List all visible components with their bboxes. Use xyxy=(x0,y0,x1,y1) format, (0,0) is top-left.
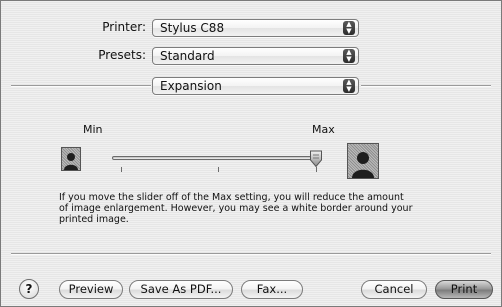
separator-right xyxy=(361,85,491,87)
print-button[interactable]: Print xyxy=(435,280,493,299)
up-down-arrows-icon: ▲ ▼ xyxy=(343,21,355,35)
presets-popup[interactable]: Standard ▲ ▼ xyxy=(152,47,359,65)
cancel-button[interactable]: Cancel xyxy=(361,280,427,299)
help-button[interactable]: ? xyxy=(19,279,39,299)
presets-popup-value: Standard xyxy=(160,49,215,63)
fax-button[interactable]: Fax... xyxy=(241,280,303,299)
panel-popup[interactable]: Expansion ▲ ▼ xyxy=(152,77,359,95)
expansion-description: If you move the slider off of the Max se… xyxy=(59,192,489,225)
description-line: If you move the slider off of the Max se… xyxy=(59,192,404,203)
printer-popup[interactable]: Stylus C88 ▲ ▼ xyxy=(152,19,359,37)
bottom-separator xyxy=(11,253,491,255)
up-down-arrows-icon: ▲ ▼ xyxy=(343,49,355,63)
printer-popup-value: Stylus C88 xyxy=(160,21,225,35)
presets-label: Presets: xyxy=(98,48,146,62)
min-label: Min xyxy=(83,123,103,136)
separator-left xyxy=(11,85,151,87)
print-dialog: Printer: Stylus C88 ▲ ▼ Presets: Standard… xyxy=(0,0,502,307)
printer-label: Printer: xyxy=(102,20,146,34)
slider-tick xyxy=(218,167,219,172)
expansion-slider-track[interactable] xyxy=(112,156,317,160)
small-portrait-icon xyxy=(61,147,81,171)
description-line: of image enlargement. However, you may s… xyxy=(59,203,413,214)
up-down-arrows-icon: ▲ ▼ xyxy=(343,79,355,93)
description-line: printed image. xyxy=(59,214,129,225)
save-as-pdf-button[interactable]: Save As PDF... xyxy=(129,280,233,299)
max-label: Max xyxy=(312,123,335,136)
preview-button[interactable]: Preview xyxy=(59,280,123,299)
panel-popup-value: Expansion xyxy=(160,79,222,93)
slider-knob-icon[interactable] xyxy=(309,150,323,168)
slider-tick xyxy=(121,167,122,172)
large-portrait-icon xyxy=(347,143,379,179)
